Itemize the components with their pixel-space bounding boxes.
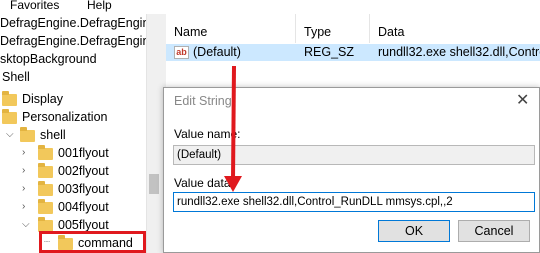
value-name: (Default) [193,45,241,59]
tree-item-004flyout[interactable]: › 004flyout [0,198,147,216]
dialog-title: Edit String [174,94,232,108]
tree-scrollbar[interactable] [146,14,160,253]
registry-tree: DefragEngine.DefragEngine DefragEngine.D… [0,14,147,253]
scrollbar-thumb[interactable] [149,174,159,194]
chevron-down-icon[interactable]: ⌵ [6,126,14,144]
tree-item-002flyout[interactable]: › 002flyout [0,162,147,180]
menu-favorites[interactable]: Favorites [10,0,59,12]
tree-item-label: DefragEngine.DefragEngine.1 [0,34,147,48]
value-type: REG_SZ [304,45,355,59]
tree-item-label: 004flyout [58,200,109,214]
close-icon[interactable]: ✕ [516,90,529,110]
folder-icon [38,145,53,160]
cancel-button[interactable]: Cancel [458,220,530,242]
chevron-right-icon[interactable]: › [22,144,25,162]
folder-icon [38,181,53,196]
tree-item-label: Shell [2,70,30,84]
menu-bar: Favorites Help [0,0,540,14]
tree-item-desktopbackground[interactable]: sktopBackground [0,50,147,68]
tree-item-shell[interactable]: ⌵ shell [0,126,147,144]
tree-item-label: Display [22,92,63,106]
tree-item-defragengine[interactable]: DefragEngine.DefragEngine [0,14,147,32]
chevron-right-icon[interactable]: › [22,180,25,198]
tree-item-label: 001flyout [58,146,109,160]
ok-button[interactable]: OK [378,220,450,242]
tree-item-defragengine-1[interactable]: DefragEngine.DefragEngine.1 [0,32,147,50]
column-header-name[interactable]: Name [166,14,296,43]
tree-item-003flyout[interactable]: › 003flyout [0,180,147,198]
tree-item-label: DefragEngine.DefragEngine [0,16,147,30]
value-name-field: (Default) [173,145,535,165]
folder-icon [2,109,17,124]
tree-item-display[interactable]: Display [0,90,147,108]
value-data: rundll32.exe shell32.dll,Control_ [378,45,540,59]
tree-item-label: sktopBackground [0,52,97,66]
chevron-right-icon[interactable]: › [22,198,25,216]
table-row[interactable]: ab (Default) REG_SZ rundll32.exe shell32… [166,44,540,61]
highlight-box [39,231,146,253]
tree-item-personalization[interactable]: Personalization [0,108,147,126]
tree-item-shell-root[interactable]: Shell [0,68,147,86]
column-header-type[interactable]: Type [296,14,370,43]
chevron-right-icon[interactable]: › [22,162,25,180]
tree-item-label: 003flyout [58,182,109,196]
edit-string-dialog: Edit String ✕ Value name: (Default) Valu… [163,87,540,253]
tree-item-label: 002flyout [58,164,109,178]
value-name-label: Value name: [174,127,241,141]
tree-item-label: shell [40,128,66,142]
chevron-down-icon[interactable]: ⌵ [22,216,30,234]
string-value-icon: ab [174,46,189,59]
folder-icon [38,163,53,178]
menu-help[interactable]: Help [87,0,112,12]
column-header-data[interactable]: Data [370,14,540,43]
folder-icon [38,199,53,214]
folder-icon [20,127,35,142]
value-data-label: Value data: [174,176,234,190]
tree-item-label: Personalization [22,110,108,124]
tree-item-001flyout[interactable]: › 001flyout [0,144,147,162]
folder-icon [2,91,17,106]
value-data-input[interactable]: rundll32.exe shell32.dll,Control_RunDLL … [173,192,535,212]
